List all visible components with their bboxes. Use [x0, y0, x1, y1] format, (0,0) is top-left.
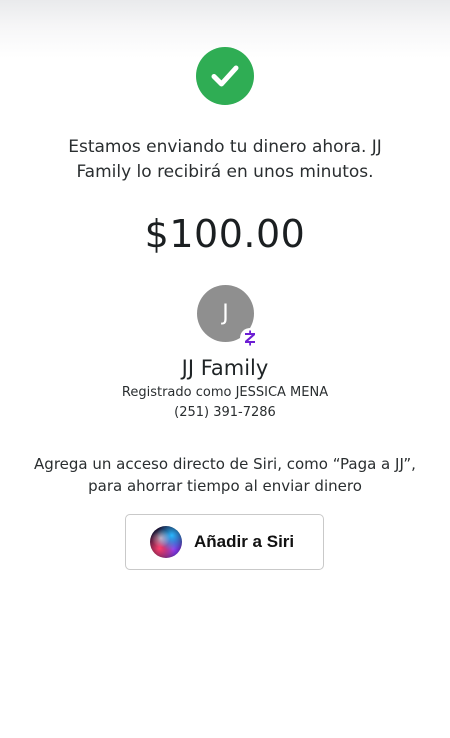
siri-shortcut-prompt: Agrega un acceso directo de Siri, como “…	[34, 455, 416, 495]
success-checkmark-icon	[196, 47, 254, 105]
recipient-registered-name: Registrado como JESSICA MENA	[121, 385, 329, 400]
recipient-name: JJ Family	[181, 356, 269, 380]
add-to-siri-label: Añadir a Siri	[194, 532, 295, 551]
zelle-icon	[240, 328, 260, 348]
recipient-phone: (251) 391-7286	[174, 405, 276, 420]
payment-amount: $100.00	[144, 212, 306, 256]
add-to-siri-button[interactable]: Añadir a Siri	[125, 514, 324, 570]
avatar-initial: J	[222, 301, 229, 326]
confirmation-message: Estamos enviando tu dinero ahora. JJ Fam…	[68, 137, 382, 182]
checkmark-icon	[211, 65, 239, 87]
siri-icon	[150, 526, 182, 558]
